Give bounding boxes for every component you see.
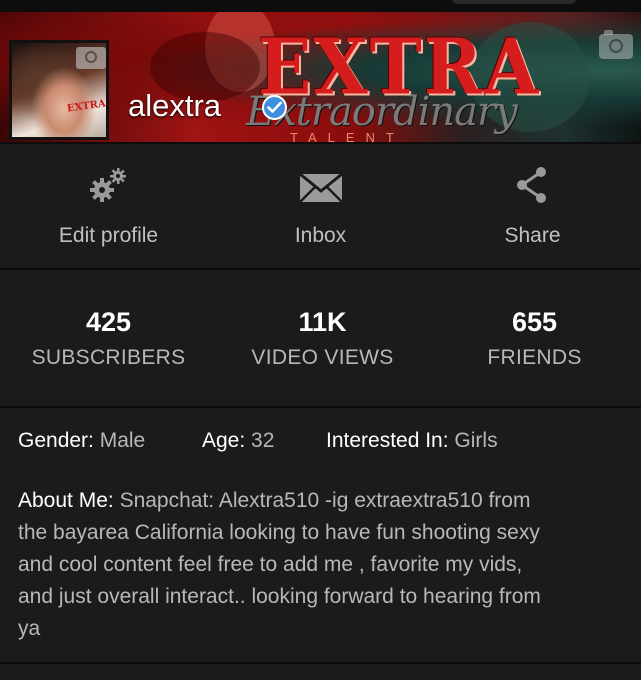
about-text: Snapchat: Alextra510 -ig extraextra510 f… (119, 489, 531, 512)
interest-value: Girls (454, 429, 498, 452)
video-views-label: VIDEO VIEWS (251, 346, 394, 369)
age-row: Age: 32 (202, 429, 275, 452)
share-icon (426, 166, 639, 206)
banner-subtitle: TALENT (290, 130, 405, 142)
camera-icon[interactable] (76, 47, 106, 69)
envelope-icon (214, 166, 427, 206)
status-bar (0, 0, 641, 12)
gender-row: Gender: Male (18, 429, 146, 452)
verified-badge-icon (262, 95, 287, 120)
edit-profile-label: Edit profile (58, 224, 159, 247)
username: alextra (128, 88, 222, 123)
about-line: and cool content feel free to add me , f… (18, 553, 523, 576)
inbox-label: Inbox (294, 224, 347, 247)
gear-icon (2, 166, 215, 206)
about-line: ya (18, 617, 41, 640)
top-handle (452, 0, 576, 4)
subscribers-label: SUBSCRIBERS (31, 346, 186, 369)
age-key: Age (202, 429, 240, 452)
friends-count: 655 (511, 307, 558, 337)
share-label: Share (504, 224, 561, 247)
edit-profile-button[interactable]: Edit profile (2, 144, 215, 267)
about-line: About Me: Snapchat: Alextra510 -ig extra… (18, 489, 531, 512)
about-line: the bayarea California looking to have f… (18, 521, 540, 544)
age-value: 32 (251, 429, 275, 452)
divider (0, 662, 641, 664)
about-me: About Me: Snapchat: Alextra510 -ig extra… (18, 485, 628, 645)
video-views-count: 11K (298, 307, 347, 337)
profile-actions: Edit profile Inbox Share (0, 144, 641, 267)
divider (0, 406, 641, 408)
gender-key: Gender (18, 429, 89, 452)
friends-label: FRIENDS (487, 346, 582, 369)
subscribers-count: 425 (85, 307, 132, 337)
share-button[interactable]: Share (426, 144, 639, 267)
interest-key: Interested In (326, 429, 443, 452)
profile-stats: 425 SUBSCRIBERS 11K VIDEO VIEWS 655 FRIE… (0, 270, 641, 406)
interest-row: Interested In: Girls (326, 429, 498, 452)
camera-icon[interactable] (599, 30, 633, 59)
banner-script: Extraordinary (246, 89, 518, 135)
about-line: and just overall interact.. looking forw… (18, 585, 541, 608)
about-key: About Me (18, 489, 108, 512)
inbox-button[interactable]: Inbox (214, 144, 427, 267)
gender-value: Male (99, 429, 146, 452)
avatar[interactable]: EXTRA (9, 40, 109, 140)
